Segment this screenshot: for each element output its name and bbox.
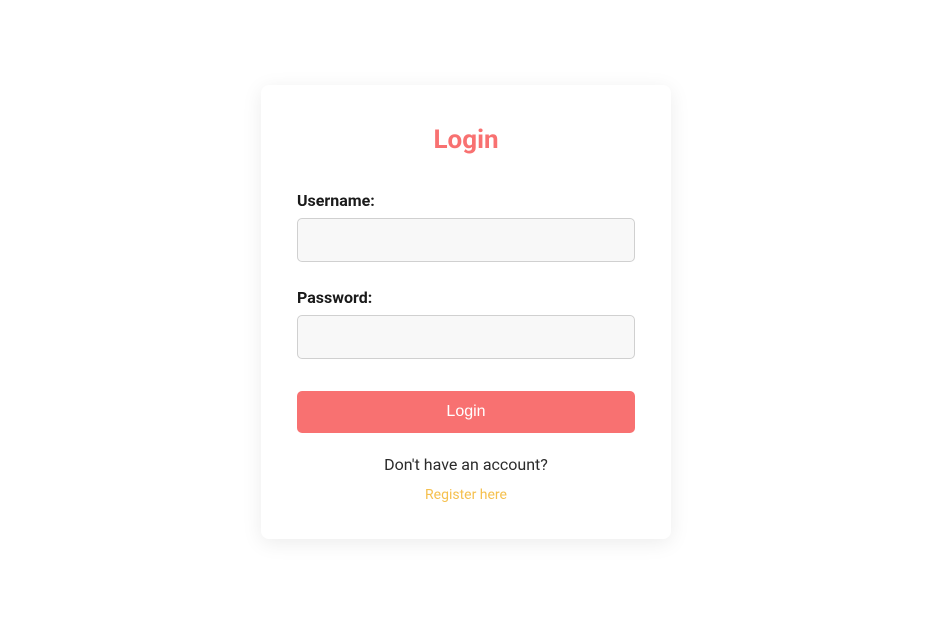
register-prompt: Don't have an account? <box>297 455 635 474</box>
login-title: Login <box>297 125 635 155</box>
password-label: Password: <box>297 288 635 307</box>
password-group: Password: <box>297 288 635 359</box>
username-group: Username: <box>297 191 635 262</box>
username-label: Username: <box>297 191 635 210</box>
username-input[interactable] <box>297 218 635 262</box>
login-card: Login Username: Password: Login Don't ha… <box>261 85 671 539</box>
password-input[interactable] <box>297 315 635 359</box>
login-button[interactable]: Login <box>297 391 635 433</box>
register-link[interactable]: Register here <box>425 487 507 503</box>
